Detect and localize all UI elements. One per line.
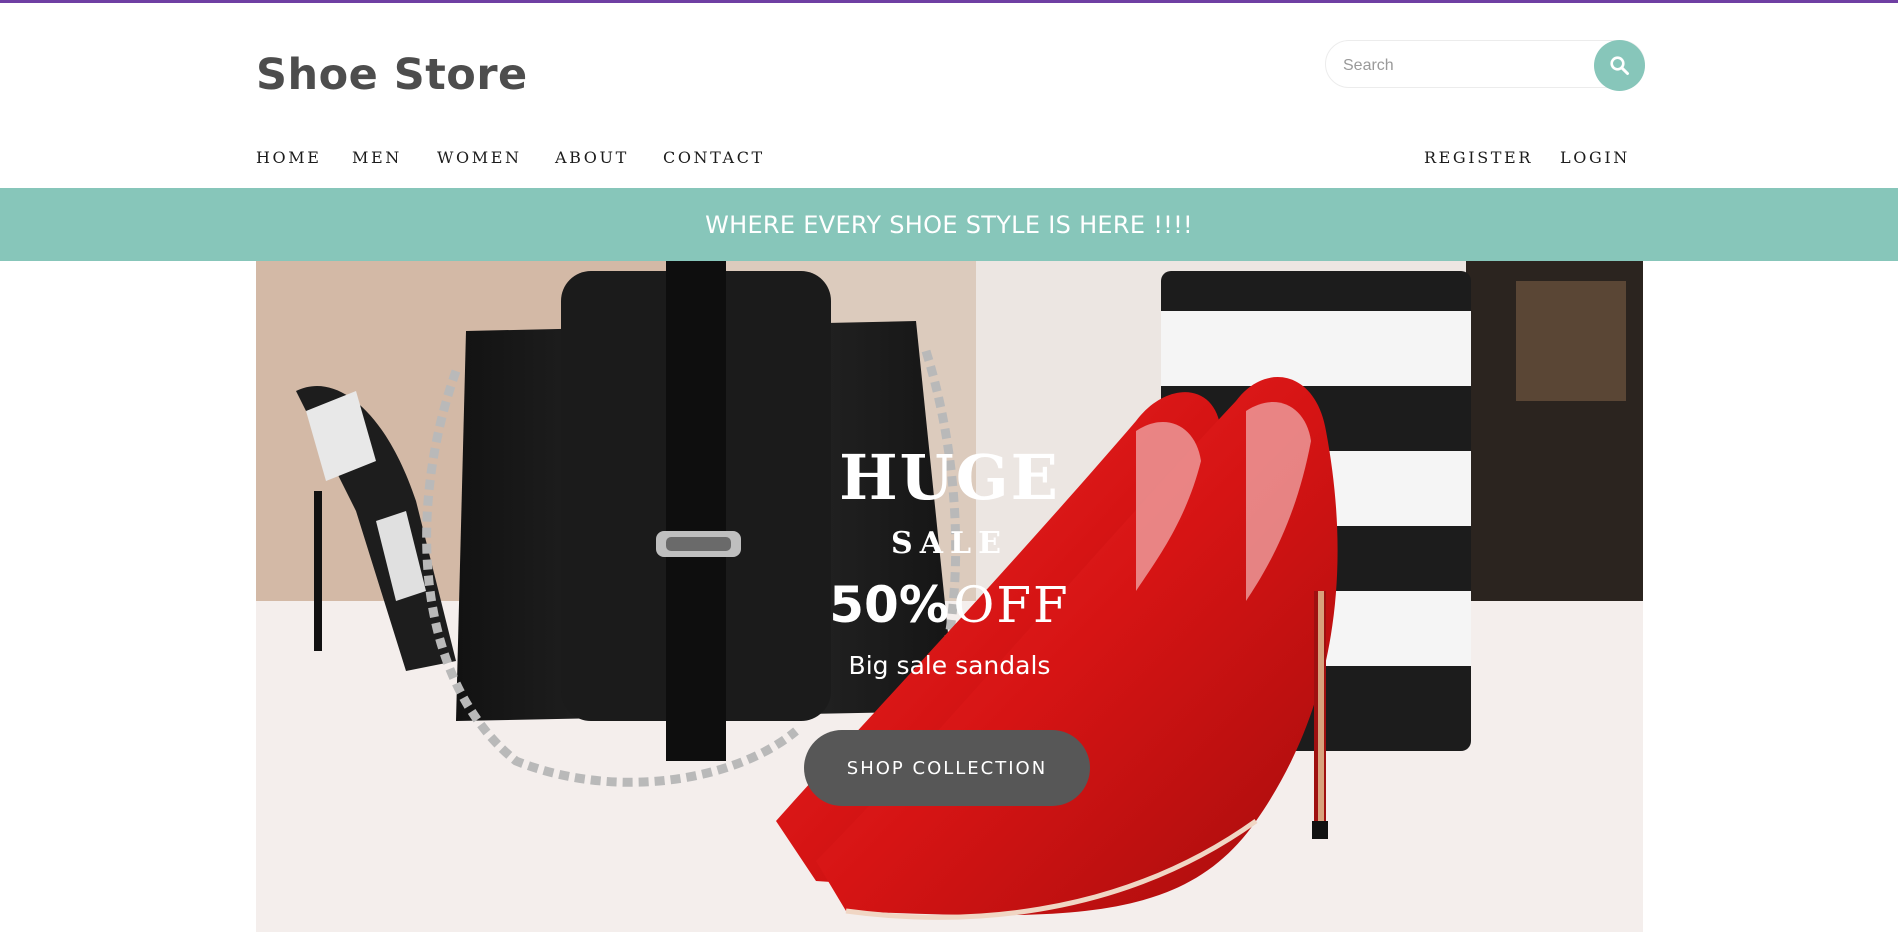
nav-contact[interactable]: CONTACT <box>663 148 765 167</box>
hero-discount: 50% OFF <box>256 576 1643 634</box>
hero-text-overlay: HUGE SALE 50% OFF Big sale sandals SHOP … <box>256 261 1643 932</box>
top-accent-strip <box>0 0 1898 3</box>
search-icon <box>1609 55 1629 75</box>
hero-headline: HUGE <box>839 441 1060 514</box>
search-input[interactable] <box>1341 53 1585 79</box>
nav-women[interactable]: WOMEN <box>437 148 522 167</box>
nav-about[interactable]: ABOUT <box>555 148 629 167</box>
nav-register[interactable]: REGISTER <box>1424 148 1533 167</box>
nav-men[interactable]: MEN <box>352 148 402 167</box>
discount-percent: 50% <box>829 576 949 634</box>
nav-home[interactable]: HOME <box>256 148 322 167</box>
nav-login[interactable]: LOGIN <box>1560 148 1630 167</box>
promo-banner: WHERE EVERY SHOE STYLE IS HERE !!!! <box>0 188 1898 261</box>
hero-tagline: Big sale sandals <box>848 651 1051 680</box>
search-button[interactable] <box>1594 40 1645 91</box>
discount-word: OFF <box>953 576 1070 634</box>
hero-subheadline: SALE <box>891 526 1008 561</box>
hero-section: HUGE SALE 50% OFF Big sale sandals SHOP … <box>256 261 1643 932</box>
promo-banner-text: WHERE EVERY SHOE STYLE IS HERE !!!! <box>705 210 1193 239</box>
site-logo[interactable]: Shoe Store <box>256 50 528 100</box>
shop-collection-button[interactable]: SHOP COLLECTION <box>804 730 1090 806</box>
